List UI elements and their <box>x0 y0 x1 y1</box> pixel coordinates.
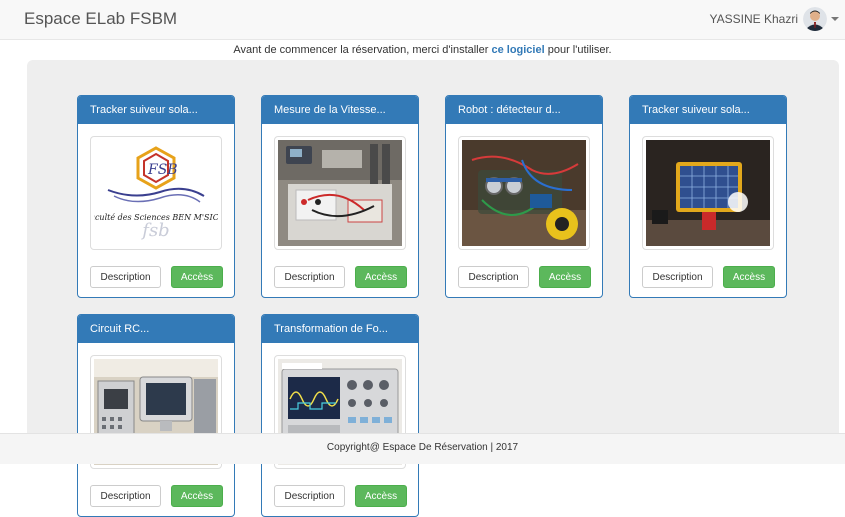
description-button[interactable]: Description <box>274 266 345 288</box>
experiment-card: Tracker suiveur sola... Description Accè… <box>629 95 787 298</box>
user-name[interactable]: YASSINE Khazri <box>710 12 798 26</box>
user-menu[interactable]: YASSINE Khazri <box>710 7 839 31</box>
description-button[interactable]: Description <box>274 485 345 507</box>
logo-mark: FSB <box>147 162 178 178</box>
experiment-card: Transformation de Fo... Description Accè… <box>261 314 419 517</box>
chevron-down-icon[interactable] <box>831 17 839 21</box>
navbar: Espace ELab FSBM YASSINE Khazri <box>0 0 845 40</box>
access-button[interactable]: Accèss <box>171 266 223 288</box>
lab-bench-photo <box>278 140 402 246</box>
experiment-card: Tracker suiveur sola... FSB faculté des … <box>77 95 235 298</box>
card-thumbnail: FSB faculté des Sciences BEN M'SICK fsb <box>90 136 222 250</box>
description-button[interactable]: Description <box>458 266 529 288</box>
card-title: Robot : détecteur d... <box>446 96 602 124</box>
description-button[interactable]: Description <box>90 266 161 288</box>
footer: Copyright@ Espace De Réservation | 2017 <box>0 433 845 464</box>
description-button[interactable]: Description <box>642 266 713 288</box>
card-title: Transformation de Fo... <box>262 315 418 343</box>
card-title: Circuit RC... <box>78 315 234 343</box>
card-title: Tracker suiveur sola... <box>78 96 234 124</box>
access-button[interactable]: Accèss <box>723 266 775 288</box>
experiment-card: Mesure de la Vitesse... Description Accè… <box>261 95 419 298</box>
card-title: Tracker suiveur sola... <box>630 96 786 124</box>
card-thumbnail <box>642 136 774 250</box>
avatar[interactable] <box>803 7 827 31</box>
card-thumbnail <box>458 136 590 250</box>
copyright-text: Copyright@ Espace De Réservation | 2017 <box>326 442 519 453</box>
description-button[interactable]: Description <box>90 485 161 507</box>
svg-text:fsb: fsb <box>140 220 169 241</box>
access-button[interactable]: Accèss <box>539 266 591 288</box>
access-button[interactable]: Accèss <box>355 266 407 288</box>
card-title: Mesure de la Vitesse... <box>262 96 418 124</box>
brand-title[interactable]: Espace ELab FSBM <box>24 9 177 29</box>
experiment-card: Circuit RC... Description Accèss <box>77 314 235 517</box>
access-button[interactable]: Accèss <box>355 485 407 507</box>
experiments-panel: Tracker suiveur sola... FSB faculté des … <box>27 60 839 517</box>
install-notice: Avant de commencer la réservation, merci… <box>233 44 612 56</box>
experiment-card: Robot : détecteur d... Description Accès… <box>445 95 603 298</box>
fsbm-logo-image: FSB faculté des Sciences BEN M'SICK fsb <box>94 140 218 246</box>
card-thumbnail <box>274 136 406 250</box>
robot-photo <box>462 140 586 246</box>
access-button[interactable]: Accèss <box>171 485 223 507</box>
software-link[interactable]: ce logiciel <box>491 44 544 56</box>
solar-panel-photo <box>646 140 770 246</box>
